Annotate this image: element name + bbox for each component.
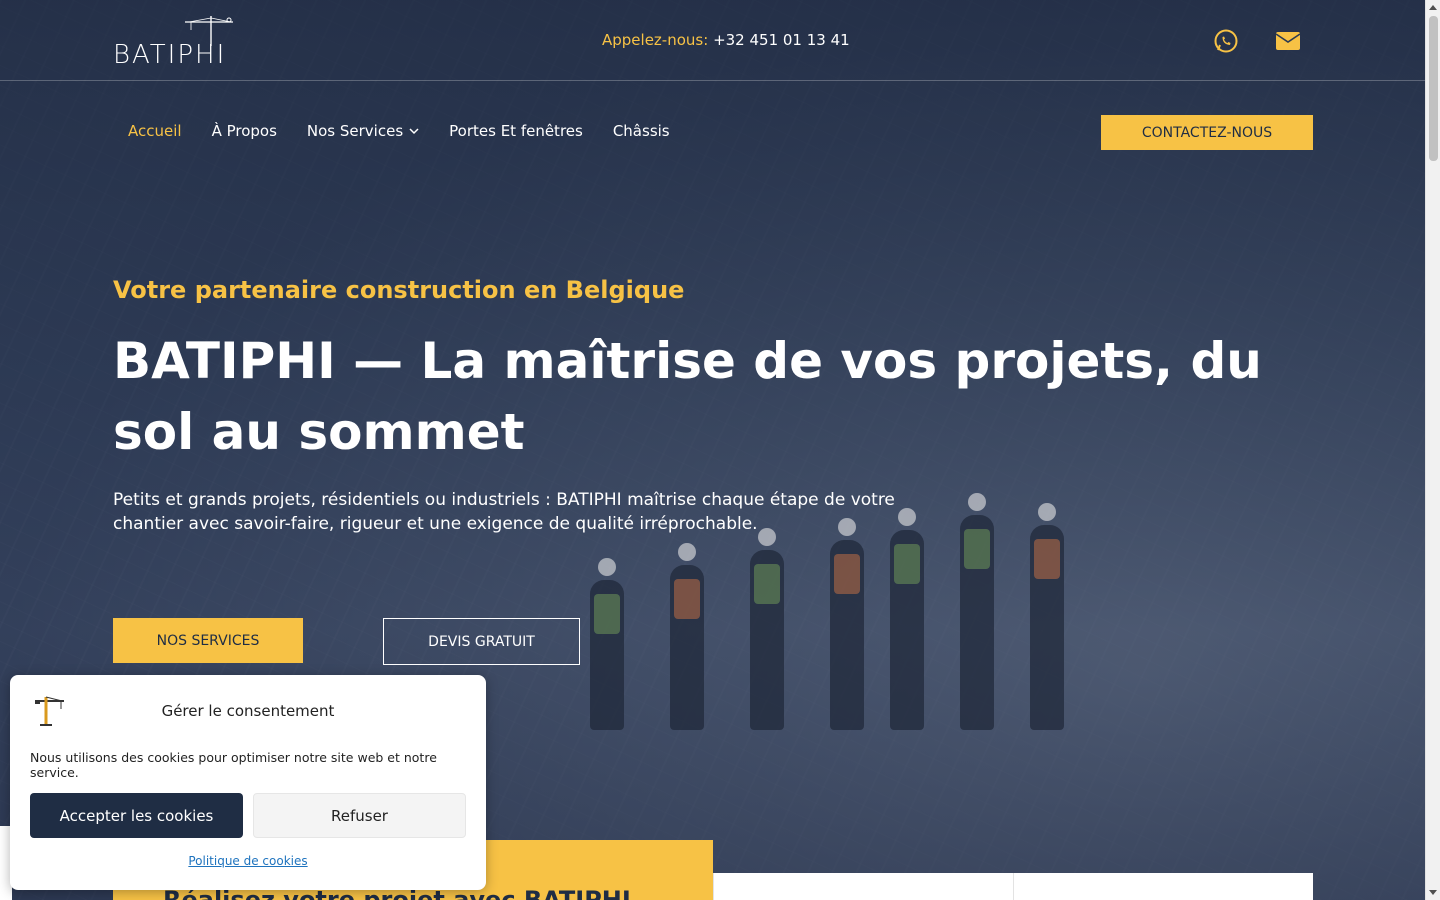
cookie-consent-panel: Gérer le consentement Nous utilisons des… (10, 675, 486, 890)
free-quote-button[interactable]: DEVIS GRATUIT (383, 618, 580, 665)
top-bar: BATIPHI Appelez-nous: +32 451 01 13 41 (0, 0, 1425, 81)
nav-item-portes-fenetres[interactable]: Portes Et fenêtres (449, 122, 583, 140)
services-button[interactable]: NOS SERVICES (113, 618, 303, 663)
main-nav: Accueil À Propos Nos Services Portes Et … (128, 122, 670, 140)
nav-item-a-propos[interactable]: À Propos (212, 122, 277, 140)
workers-image (580, 430, 1140, 730)
hero-lead: Petits et grands projets, résidentiels o… (113, 490, 895, 534)
refuse-cookies-button[interactable]: Refuser (253, 793, 466, 838)
site-logo[interactable]: BATIPHI (113, 16, 233, 70)
page-scrollbar[interactable] (1425, 0, 1440, 900)
nav-item-nos-services[interactable]: Nos Services (307, 122, 419, 140)
accept-cookies-button[interactable]: Accepter les cookies (30, 793, 243, 838)
chevron-down-icon (409, 128, 419, 135)
phone-number[interactable]: +32 451 01 13 41 (713, 31, 850, 49)
scroll-down-icon[interactable] (1429, 890, 1437, 895)
nav-item-accueil[interactable]: Accueil (128, 122, 182, 140)
scroll-up-icon[interactable] (1429, 5, 1437, 10)
mail-icon[interactable] (1275, 28, 1301, 54)
cookie-text: Nous utilisons des cookies pour optimise… (30, 750, 437, 780)
whatsapp-icon[interactable] (1213, 28, 1239, 54)
hero-title: BATIPHI — La maîtrise de vos projets, du… (113, 332, 1262, 461)
scroll-thumb[interactable] (1429, 16, 1438, 161)
logo-text: BATIPHI (113, 40, 227, 70)
cookie-title: Gérer le consentement (161, 702, 335, 720)
nav-item-chassis[interactable]: Châssis (613, 122, 670, 140)
feature-card (713, 873, 1013, 900)
hero-eyebrow: Votre partenaire construction en Belgiqu… (113, 276, 685, 304)
nav-item-label: Nos Services (306, 122, 404, 140)
feature-card (1013, 873, 1313, 900)
contact-button[interactable]: CONTACTEZ-NOUS (1101, 115, 1313, 150)
cookie-policy-link[interactable]: Politique de cookies (10, 854, 486, 868)
phone-contact[interactable]: Appelez-nous: +32 451 01 13 41 (602, 31, 850, 49)
phone-label: Appelez-nous: (602, 31, 709, 49)
